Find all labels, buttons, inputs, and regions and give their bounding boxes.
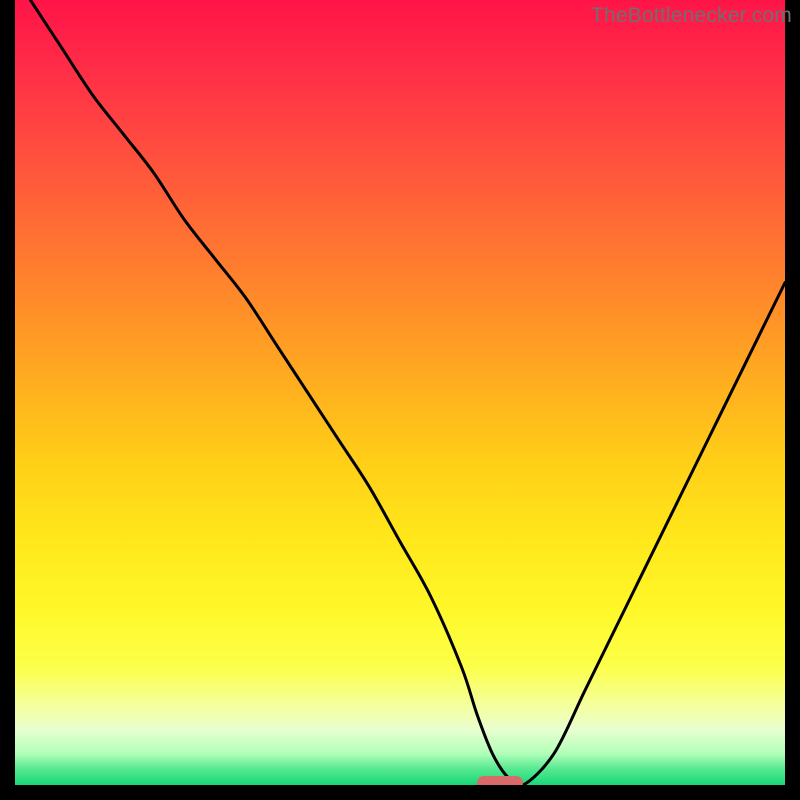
optimal-point-marker [477,776,523,785]
plot-area [15,0,785,785]
watermark-text: TheBottlenecker.com [591,4,792,28]
chart-frame: TheBottlenecker.com [0,0,800,800]
bottleneck-curve [15,0,785,785]
